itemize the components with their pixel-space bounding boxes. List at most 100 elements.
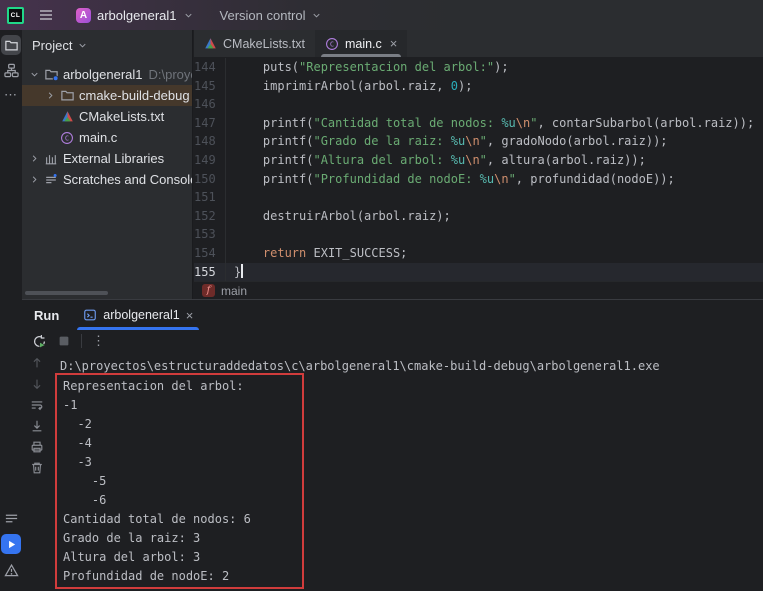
problems-tool-icon — [4, 563, 19, 578]
scroll-down-icon[interactable] — [30, 377, 44, 391]
code-text: puts("Representacion del arbol:"); — [226, 58, 509, 77]
code-line-153[interactable]: 153 — [194, 225, 763, 244]
close-icon[interactable]: × — [186, 308, 194, 323]
menu-icon[interactable] — [38, 7, 54, 23]
output-highlight-box: Representacion del arbol:-1 -2 -4 -3 -5 … — [55, 373, 304, 589]
vcs-widget[interactable]: Version control — [214, 5, 328, 26]
line-number: 146 — [194, 95, 226, 114]
console-gutter — [22, 356, 52, 475]
output-line: -3 — [63, 453, 302, 472]
scroll-up-icon[interactable] — [30, 356, 44, 370]
run-console[interactable]: D:\proyectos\estructuraddedatos\c\arbolg… — [22, 352, 763, 591]
rerun-icon — [32, 334, 47, 349]
tree-item-scratches-and-consoles[interactable]: Scratches and Consoles — [22, 169, 192, 190]
scroll-end-icon[interactable] — [30, 419, 44, 433]
code-line-154[interactable]: 154 return EXIT_SUCCESS; — [194, 244, 763, 263]
run-tool-button[interactable] — [1, 534, 21, 554]
clear-icon[interactable] — [30, 461, 44, 475]
code-text — [226, 225, 234, 244]
code-text — [226, 188, 234, 207]
chevron-right-icon[interactable] — [26, 174, 42, 185]
code-editor[interactable]: 144 puts("Representacion del arbol:");14… — [194, 58, 763, 281]
code-line-144[interactable]: 144 puts("Representacion del arbol:"); — [194, 58, 763, 77]
code-line-145[interactable]: 145 imprimirArbol(arbol.raiz, 0); — [194, 77, 763, 96]
output-line: -4 — [63, 434, 302, 453]
breadcrumb: f main — [194, 281, 763, 299]
output-line: Profundidad de nodoE: 2 — [63, 567, 302, 586]
code-text: return EXIT_SUCCESS; — [226, 244, 407, 263]
line-number: 154 — [194, 244, 226, 263]
output-line: Grado de la raiz: 3 — [63, 529, 302, 548]
c-file-icon: C — [325, 37, 339, 51]
vcs-label: Version control — [220, 8, 306, 23]
code-line-148[interactable]: 148 printf("Grado de la raiz: %u\n", gra… — [194, 132, 763, 151]
breadcrumb-function[interactable]: main — [221, 284, 247, 298]
editor-tab-cmakelists-txt[interactable]: CMakeLists.txt — [194, 30, 315, 57]
editor: CMakeLists.txt Cmain.c × 144 puts("Represe… — [194, 30, 763, 299]
code-text: printf("Grado de la raiz: %u\n", gradoNo… — [226, 132, 668, 151]
project-tool-icon — [4, 38, 19, 53]
tree-item-external-libraries[interactable]: External Libraries — [22, 148, 192, 169]
output-line: -5 — [63, 472, 302, 491]
editor-tab-main-c[interactable]: Cmain.c × — [315, 30, 407, 57]
chevron-down-icon — [183, 10, 194, 21]
project-tool-button[interactable] — [1, 35, 21, 55]
run-tab-arbolgeneral1[interactable]: arbolgeneral1 × — [73, 300, 203, 330]
line-number: 147 — [194, 114, 226, 133]
output-line: Representacion del arbol: — [63, 377, 302, 396]
output-line: -1 — [63, 396, 302, 415]
run-panel: Run arbolgeneral1 × ⋮ D:\proyectos\estru — [22, 299, 763, 591]
code-line-155[interactable]: 155} — [194, 263, 763, 282]
code-line-150[interactable]: 150 printf("Profundidad de nodoE: %u\n",… — [194, 170, 763, 189]
code-line-146[interactable]: 146 — [194, 95, 763, 114]
output-line: -6 — [63, 491, 302, 510]
chevron-right-icon[interactable] — [26, 153, 42, 164]
stop-button[interactable] — [57, 334, 71, 348]
line-number: 148 — [194, 132, 226, 151]
line-number: 145 — [194, 77, 226, 96]
code-text: printf("Altura del arbol: %u\n", altura(… — [226, 151, 646, 170]
print-icon[interactable] — [30, 440, 44, 454]
structure-tool-button[interactable] — [1, 60, 21, 80]
code-line-152[interactable]: 152 destruirArbol(arbol.raiz); — [194, 207, 763, 226]
tree-item-label: cmake-build-debug — [79, 88, 190, 103]
close-icon[interactable]: × — [390, 36, 398, 51]
console-icon — [83, 308, 97, 322]
run-tool-icon — [5, 538, 18, 551]
stop-icon — [57, 334, 71, 348]
problems-tool-button[interactable] — [1, 560, 21, 580]
run-toolbar: ⋮ — [22, 330, 763, 352]
code-text: destruirArbol(arbol.raiz); — [226, 207, 451, 226]
code-line-151[interactable]: 151 — [194, 188, 763, 207]
code-text: } — [226, 263, 243, 282]
todo-tool-button[interactable] — [1, 508, 21, 528]
project-widget[interactable]: A arbolgeneral1 — [70, 5, 200, 26]
project-tree: arbolgeneral1D:\proyectos\e cmake-build-d… — [22, 64, 192, 190]
structure-tool-icon — [4, 63, 19, 78]
tab-label: main.c — [345, 37, 382, 51]
more-icon: ⋯ — [4, 87, 18, 103]
more-tools-button[interactable]: ⋯ — [1, 85, 21, 105]
output-line: Altura del arbol: 3 — [63, 548, 302, 567]
more-vertical-icon[interactable]: ⋮ — [92, 333, 105, 349]
horizontal-scrollbar[interactable] — [25, 291, 108, 295]
chevron-down-icon[interactable] — [26, 69, 42, 80]
project-panel: Project arbolgeneral1D:\proyectos\e cmake… — [22, 30, 193, 299]
rerun-button[interactable] — [32, 334, 47, 349]
code-line-149[interactable]: 149 printf("Altura del arbol: %u\n", alt… — [194, 151, 763, 170]
project-avatar: A — [76, 8, 91, 23]
tree-item-cmakelists-txt[interactable]: CMakeLists.txt — [22, 106, 192, 127]
svg-text:C: C — [330, 40, 334, 48]
function-icon: f — [202, 284, 215, 297]
project-panel-header[interactable]: Project — [22, 30, 192, 60]
tree-item-main-c[interactable]: Cmain.c — [22, 127, 192, 148]
code-line-147[interactable]: 147 printf("Cantidad total de nodos: %u\… — [194, 114, 763, 133]
code-text: imprimirArbol(arbol.raiz, 0); — [226, 77, 472, 96]
project-panel-title: Project — [32, 38, 72, 53]
chevron-right-icon[interactable] — [42, 90, 58, 101]
text-caret — [241, 264, 243, 278]
tree-item-cmake-build-debug[interactable]: cmake-build-debug — [22, 85, 192, 106]
soft-wrap-icon[interactable] — [30, 398, 44, 412]
folder-project-icon — [42, 67, 60, 82]
tree-item-arbolgeneral1[interactable]: arbolgeneral1D:\proyectos\e — [22, 64, 192, 85]
